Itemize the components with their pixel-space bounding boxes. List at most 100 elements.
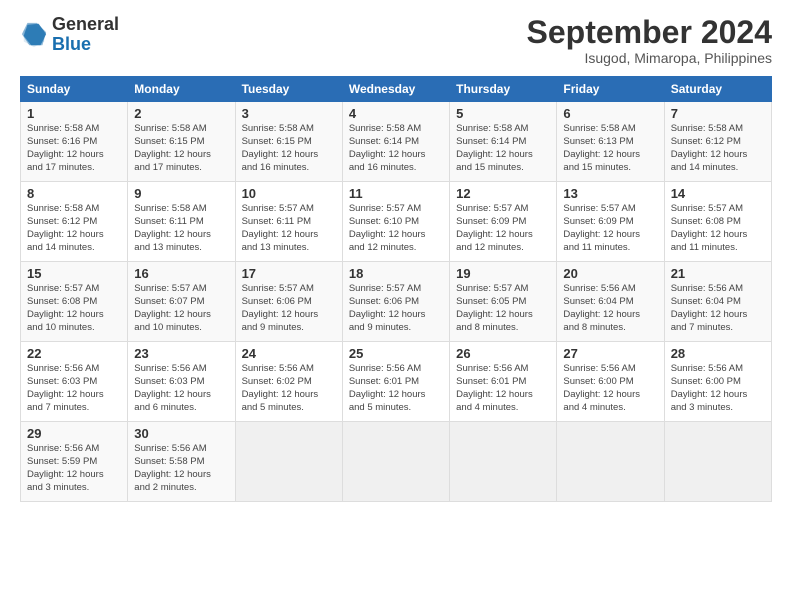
- logo-blue: Blue: [52, 35, 119, 55]
- calendar-cell: [664, 422, 771, 502]
- col-wednesday: Wednesday: [342, 77, 449, 102]
- day-detail: Sunrise: 5:56 AM Sunset: 6:04 PM Dayligh…: [563, 283, 657, 334]
- day-detail: Sunrise: 5:58 AM Sunset: 6:14 PM Dayligh…: [349, 123, 443, 174]
- calendar-cell: 2 Sunrise: 5:58 AM Sunset: 6:15 PM Daylig…: [128, 102, 235, 182]
- day-detail: Sunrise: 5:56 AM Sunset: 5:59 PM Dayligh…: [27, 443, 121, 494]
- day-number: 26: [456, 346, 550, 361]
- day-detail: Sunrise: 5:57 AM Sunset: 6:09 PM Dayligh…: [563, 203, 657, 254]
- day-number: 29: [27, 426, 121, 441]
- calendar-cell: 19 Sunrise: 5:57 AM Sunset: 6:05 PM Dayli…: [450, 262, 557, 342]
- day-number: 12: [456, 186, 550, 201]
- calendar-cell: 7Sunrise: 5:58 AM Sunset: 6:12 PM Daylig…: [664, 102, 771, 182]
- calendar-week-3: 22Sunrise: 5:56 AM Sunset: 6:03 PM Dayli…: [21, 342, 772, 422]
- day-detail: Sunrise: 5:57 AM Sunset: 6:08 PM Dayligh…: [671, 203, 765, 254]
- day-number: 25: [349, 346, 443, 361]
- day-detail: Sunrise: 5:56 AM Sunset: 6:00 PM Dayligh…: [671, 363, 765, 414]
- day-detail: Sunrise: 5:58 AM Sunset: 6:14 PM Dayligh…: [456, 123, 550, 174]
- day-detail: Sunrise: 5:58 AM Sunset: 6:11 PM Dayligh…: [134, 203, 228, 254]
- day-number: 23: [134, 346, 228, 361]
- calendar-cell: 11 Sunrise: 5:57 AM Sunset: 6:10 PM Dayli…: [342, 182, 449, 262]
- day-detail: Sunrise: 5:56 AM Sunset: 6:01 PM Dayligh…: [349, 363, 443, 414]
- month-title: September 2024: [527, 15, 772, 50]
- calendar-cell: 20 Sunrise: 5:56 AM Sunset: 6:04 PM Dayli…: [557, 262, 664, 342]
- day-number: 11: [349, 186, 443, 201]
- title-area: September 2024 Isugod, Mimaropa, Philipp…: [527, 15, 772, 66]
- calendar-cell: 14 Sunrise: 5:57 AM Sunset: 6:08 PM Dayli…: [664, 182, 771, 262]
- col-saturday: Saturday: [664, 77, 771, 102]
- day-number: 15: [27, 266, 121, 281]
- day-detail: Sunrise: 5:58 AM Sunset: 6:12 PM Dayligh…: [27, 203, 121, 254]
- day-number: 2: [134, 106, 228, 121]
- calendar-week-1: 8Sunrise: 5:58 AM Sunset: 6:12 PM Daylig…: [21, 182, 772, 262]
- day-number: 10: [242, 186, 336, 201]
- day-number: 4: [349, 106, 443, 121]
- day-detail: Sunrise: 5:57 AM Sunset: 6:07 PM Dayligh…: [134, 283, 228, 334]
- col-sunday: Sunday: [21, 77, 128, 102]
- calendar-cell: [342, 422, 449, 502]
- day-number: 5: [456, 106, 550, 121]
- calendar-week-4: 29 Sunrise: 5:56 AM Sunset: 5:59 PM Dayli…: [21, 422, 772, 502]
- day-detail: Sunrise: 5:56 AM Sunset: 6:04 PM Dayligh…: [671, 283, 765, 334]
- day-number: 21: [671, 266, 765, 281]
- calendar-cell: 17Sunrise: 5:57 AM Sunset: 6:06 PM Dayli…: [235, 262, 342, 342]
- day-number: 1: [27, 106, 121, 121]
- calendar-cell: 15Sunrise: 5:57 AM Sunset: 6:08 PM Dayli…: [21, 262, 128, 342]
- day-number: 19: [456, 266, 550, 281]
- calendar-cell: 6 Sunrise: 5:58 AM Sunset: 6:13 PM Daylig…: [557, 102, 664, 182]
- day-detail: Sunrise: 5:56 AM Sunset: 6:00 PM Dayligh…: [563, 363, 657, 414]
- col-friday: Friday: [557, 77, 664, 102]
- day-number: 16: [134, 266, 228, 281]
- calendar-cell: 27 Sunrise: 5:56 AM Sunset: 6:00 PM Dayli…: [557, 342, 664, 422]
- logo: General Blue: [20, 15, 119, 55]
- calendar-cell: 23Sunrise: 5:56 AM Sunset: 6:03 PM Dayli…: [128, 342, 235, 422]
- day-detail: Sunrise: 5:56 AM Sunset: 5:58 PM Dayligh…: [134, 443, 228, 494]
- day-number: 14: [671, 186, 765, 201]
- calendar-cell: 28 Sunrise: 5:56 AM Sunset: 6:00 PM Dayli…: [664, 342, 771, 422]
- calendar-cell: 12 Sunrise: 5:57 AM Sunset: 6:09 PM Dayli…: [450, 182, 557, 262]
- calendar-cell: 29 Sunrise: 5:56 AM Sunset: 5:59 PM Dayli…: [21, 422, 128, 502]
- calendar-cell: 30 Sunrise: 5:56 AM Sunset: 5:58 PM Dayli…: [128, 422, 235, 502]
- day-detail: Sunrise: 5:58 AM Sunset: 6:15 PM Dayligh…: [242, 123, 336, 174]
- calendar-cell: 21 Sunrise: 5:56 AM Sunset: 6:04 PM Dayli…: [664, 262, 771, 342]
- calendar-cell: 26 Sunrise: 5:56 AM Sunset: 6:01 PM Dayli…: [450, 342, 557, 422]
- day-detail: Sunrise: 5:57 AM Sunset: 6:06 PM Dayligh…: [242, 283, 336, 334]
- col-tuesday: Tuesday: [235, 77, 342, 102]
- calendar-cell: 3 Sunrise: 5:58 AM Sunset: 6:15 PM Daylig…: [235, 102, 342, 182]
- day-detail: Sunrise: 5:57 AM Sunset: 6:05 PM Dayligh…: [456, 283, 550, 334]
- day-number: 6: [563, 106, 657, 121]
- calendar-cell: 4 Sunrise: 5:58 AM Sunset: 6:14 PM Daylig…: [342, 102, 449, 182]
- day-number: 27: [563, 346, 657, 361]
- page: General Blue September 2024 Isugod, Mima…: [0, 0, 792, 612]
- logo-general: General: [52, 15, 119, 35]
- col-monday: Monday: [128, 77, 235, 102]
- calendar-week-0: 1 Sunrise: 5:58 AM Sunset: 6:16 PM Daylig…: [21, 102, 772, 182]
- day-number: 3: [242, 106, 336, 121]
- day-detail: Sunrise: 5:56 AM Sunset: 6:02 PM Dayligh…: [242, 363, 336, 414]
- day-detail: Sunrise: 5:58 AM Sunset: 6:15 PM Dayligh…: [134, 123, 228, 174]
- col-thursday: Thursday: [450, 77, 557, 102]
- day-number: 28: [671, 346, 765, 361]
- logo-icon: [20, 21, 48, 49]
- calendar-cell: 18Sunrise: 5:57 AM Sunset: 6:06 PM Dayli…: [342, 262, 449, 342]
- calendar-cell: 8Sunrise: 5:58 AM Sunset: 6:12 PM Daylig…: [21, 182, 128, 262]
- day-number: 24: [242, 346, 336, 361]
- day-detail: Sunrise: 5:58 AM Sunset: 6:13 PM Dayligh…: [563, 123, 657, 174]
- calendar-cell: 22Sunrise: 5:56 AM Sunset: 6:03 PM Dayli…: [21, 342, 128, 422]
- calendar-cell: [450, 422, 557, 502]
- day-detail: Sunrise: 5:56 AM Sunset: 6:01 PM Dayligh…: [456, 363, 550, 414]
- calendar-cell: 24 Sunrise: 5:56 AM Sunset: 6:02 PM Dayli…: [235, 342, 342, 422]
- calendar-cell: 16 Sunrise: 5:57 AM Sunset: 6:07 PM Dayli…: [128, 262, 235, 342]
- day-detail: Sunrise: 5:56 AM Sunset: 6:03 PM Dayligh…: [27, 363, 121, 414]
- calendar-cell: [557, 422, 664, 502]
- day-detail: Sunrise: 5:58 AM Sunset: 6:16 PM Dayligh…: [27, 123, 121, 174]
- calendar-cell: [235, 422, 342, 502]
- day-number: 18: [349, 266, 443, 281]
- day-detail: Sunrise: 5:57 AM Sunset: 6:10 PM Dayligh…: [349, 203, 443, 254]
- calendar-cell: 1 Sunrise: 5:58 AM Sunset: 6:16 PM Daylig…: [21, 102, 128, 182]
- day-number: 20: [563, 266, 657, 281]
- day-number: 30: [134, 426, 228, 441]
- day-detail: Sunrise: 5:57 AM Sunset: 6:09 PM Dayligh…: [456, 203, 550, 254]
- header-row: Sunday Monday Tuesday Wednesday Thursday…: [21, 77, 772, 102]
- calendar-cell: 9Sunrise: 5:58 AM Sunset: 6:11 PM Daylig…: [128, 182, 235, 262]
- calendar-cell: 5 Sunrise: 5:58 AM Sunset: 6:14 PM Daylig…: [450, 102, 557, 182]
